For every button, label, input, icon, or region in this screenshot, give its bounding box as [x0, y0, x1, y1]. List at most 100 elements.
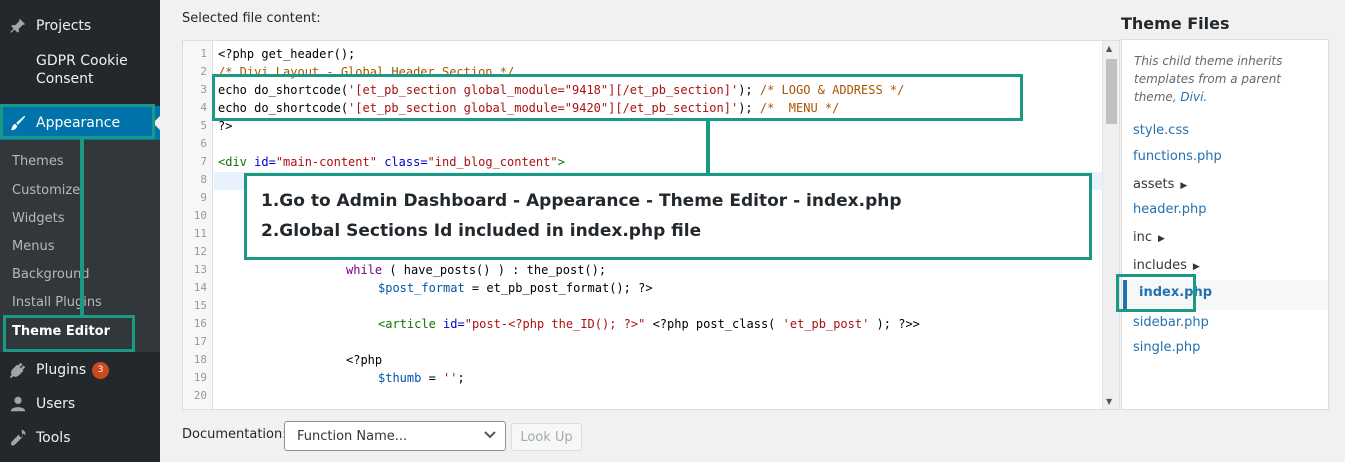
index-php-highlight-box — [1116, 274, 1196, 312]
caret-right-icon: ▶ — [1192, 262, 1200, 272]
function-name-select[interactable]: Function Name... — [284, 421, 506, 451]
theme-editor-highlight-box — [3, 315, 135, 352]
code-attr: id= — [254, 155, 276, 169]
sidebar-item-projects[interactable]: Projects — [0, 9, 160, 43]
wrench-icon — [9, 429, 27, 447]
plug-icon — [9, 361, 27, 379]
theme-files-panel: This child theme inherits templates from… — [1121, 39, 1329, 410]
sidebar-item-label: Plugins — [36, 362, 87, 378]
parent-theme-link[interactable]: Divi. — [1180, 90, 1207, 104]
folder-includes[interactable]: includes ▶ — [1133, 256, 1200, 276]
instruction-callout: 1.Go to Admin Dashboard - Appearance - T… — [244, 173, 1092, 260]
file-header-php[interactable]: header.php — [1133, 200, 1206, 220]
code-text: ( have_posts() ) : the_post(); — [382, 263, 607, 277]
scroll-thumb[interactable] — [1106, 59, 1117, 124]
line-number: 15 — [193, 299, 207, 312]
code-text: <?php get_header(); — [218, 47, 356, 61]
code-tag: <div — [218, 155, 255, 169]
code-keyword: while — [346, 263, 383, 277]
submenu-label: Menus — [12, 238, 55, 254]
callout-step-2: 2.Global Sections Id included in index.p… — [261, 221, 702, 241]
submenu-label: Install Plugins — [12, 294, 102, 310]
scroll-down-icon[interactable]: ▼ — [1106, 397, 1112, 406]
appearance-connector-line — [80, 139, 84, 315]
folder-assets[interactable]: assets ▶ — [1133, 175, 1187, 195]
chevron-down-icon — [484, 431, 496, 439]
code-text: <?php post_class( — [645, 317, 783, 331]
code-line-16: <article id="post-<?php the_ID(); ?>" <?… — [378, 315, 920, 333]
code-string: "ind_blog_content" — [427, 155, 558, 169]
code-attr: id= — [443, 317, 465, 331]
file-functions-php[interactable]: functions.php — [1133, 147, 1222, 167]
code-variable: $post_format — [378, 281, 465, 295]
file-sidebar-php[interactable]: sidebar.php — [1133, 313, 1209, 333]
code-tag: <article — [378, 317, 444, 331]
code-string: '' — [443, 371, 458, 385]
folder-label: inc — [1133, 230, 1152, 245]
line-number: 13 — [193, 263, 207, 276]
code-text: ; — [457, 371, 465, 385]
line-number: 6 — [200, 137, 207, 150]
submenu-label: Themes — [12, 153, 64, 169]
sidebar-item-users[interactable]: Users — [0, 387, 160, 421]
line-number-gutter: 1 2 3 4 5 6 7 8 9 10 11 12 13 14 15 16 1… — [183, 41, 213, 409]
code-line-14: $post_format = et_pb_post_format(); ?> — [378, 279, 653, 297]
editor-scrollbar[interactable]: ▲ ▼ — [1102, 41, 1119, 409]
folder-inc[interactable]: inc ▶ — [1133, 228, 1165, 248]
caret-right-icon: ▶ — [1180, 181, 1188, 191]
code-text: = et_pb_post_format(); ?> — [464, 281, 653, 295]
select-value: Function Name... — [297, 428, 408, 444]
note-text: This child theme inherits templates from… — [1134, 54, 1283, 104]
documentation-label: Documentation: — [182, 427, 287, 442]
sidebar-item-label: GDPR Cookie Consent — [36, 53, 128, 87]
code-string: 'et_pb_post' — [782, 317, 870, 331]
line-number: 9 — [200, 191, 207, 204]
code-line-19: $thumb = ''; — [378, 369, 465, 387]
line-number: 18 — [193, 353, 207, 366]
code-variable: $thumb — [378, 371, 422, 385]
folder-label: assets — [1133, 177, 1175, 192]
sidebar-item-plugins[interactable]: Plugins 3 — [0, 353, 160, 387]
pin-icon — [9, 17, 27, 35]
update-count-badge: 3 — [92, 361, 110, 379]
code-string: "post-<?php the_ID(); ?>" — [464, 317, 646, 331]
code-text: ?> — [218, 119, 233, 133]
file-style-css[interactable]: style.css — [1133, 121, 1189, 141]
global-module-highlight-box — [212, 74, 1023, 121]
look-up-button[interactable]: Look Up — [511, 423, 582, 451]
line-number: 16 — [193, 317, 207, 330]
line-number: 11 — [193, 227, 207, 240]
sidebar-item-gdpr[interactable]: GDPR Cookie Consent — [0, 52, 160, 92]
line-number: 20 — [193, 389, 207, 402]
line-number: 7 — [200, 155, 207, 168]
line-number: 5 — [200, 119, 207, 132]
folder-label: includes — [1133, 258, 1187, 273]
line-number: 14 — [193, 281, 207, 294]
sidebar-item-label: Users — [36, 396, 76, 412]
code-tag: > — [557, 155, 565, 169]
sidebar-item-tools[interactable]: Tools — [0, 421, 160, 455]
code-line-7: <div id="main-content" class="ind_blog_c… — [218, 153, 565, 171]
selected-file-label: Selected file content: — [182, 11, 321, 26]
scroll-up-icon[interactable]: ▲ — [1106, 44, 1112, 53]
code-string: "main-content" — [275, 155, 377, 169]
screen: Projects GDPR Cookie Consent Appearance … — [0, 0, 1345, 462]
line-number: 3 — [200, 83, 207, 96]
code-line-13: while ( have_posts() ) : the_post(); — [346, 261, 606, 279]
line-number: 8 — [200, 173, 207, 186]
code-line-18: <?php — [346, 351, 382, 369]
line-number: 10 — [193, 209, 207, 222]
callout-step-1: 1.Go to Admin Dashboard - Appearance - T… — [261, 191, 902, 211]
line-number: 19 — [193, 371, 207, 384]
submenu-label: Widgets — [12, 210, 65, 226]
line-number: 12 — [193, 245, 207, 258]
line-number: 4 — [200, 101, 207, 114]
appearance-highlight-box — [0, 104, 155, 139]
file-single-php[interactable]: single.php — [1133, 338, 1200, 358]
callout-connector-line — [706, 121, 710, 173]
line-number: 2 — [200, 65, 207, 78]
sidebar-item-label: Projects — [36, 18, 92, 34]
code-line-1: <?php get_header(); — [218, 45, 355, 63]
code-text: <?php — [346, 353, 383, 367]
submenu-label: Background — [12, 266, 90, 282]
